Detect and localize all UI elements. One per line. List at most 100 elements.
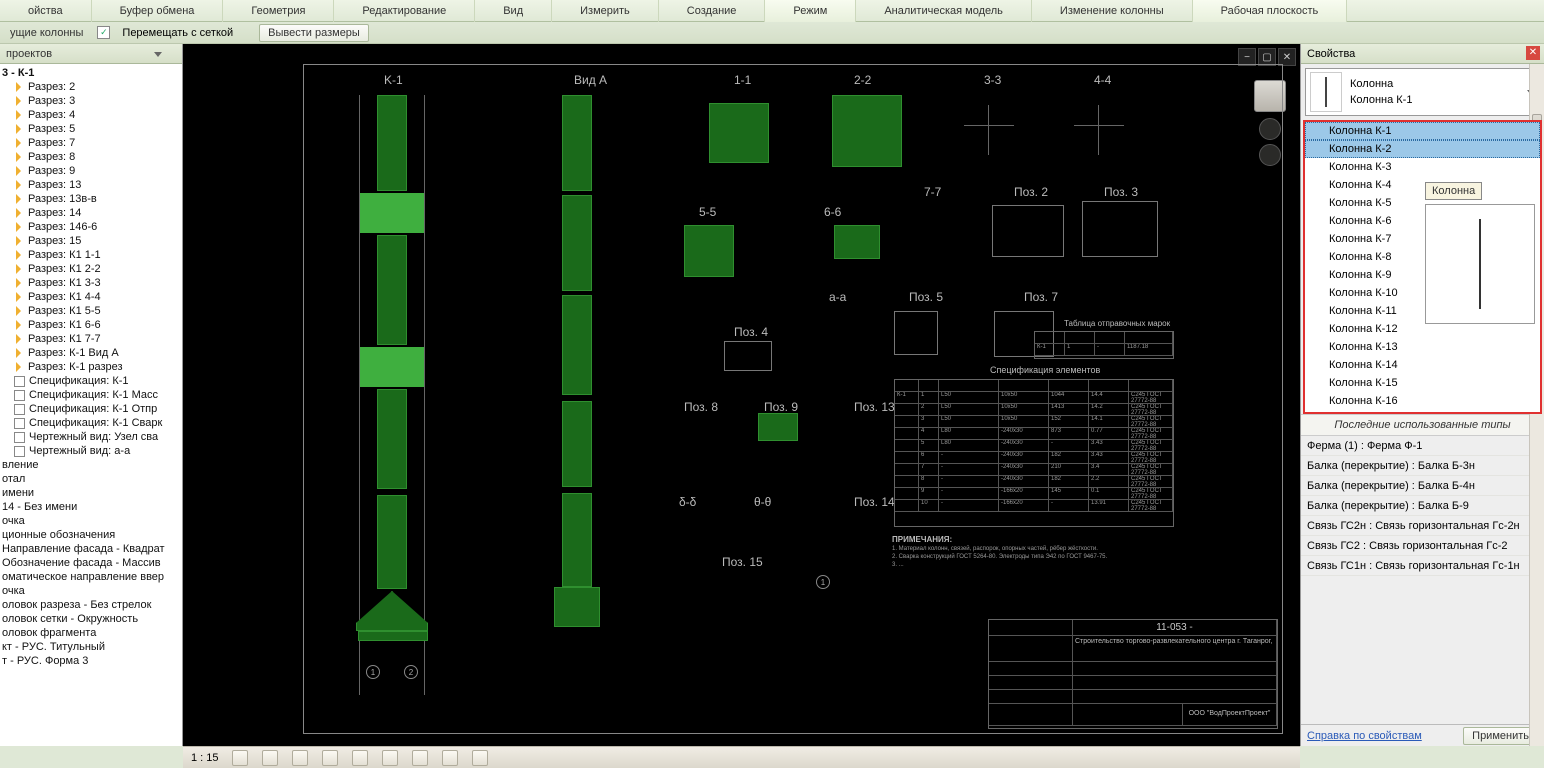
view-label: 4-4 [1094,73,1111,87]
recent-type-item[interactable]: Связь ГС2н : Связь горизонтальная Гс-2н [1301,516,1544,536]
tree-section[interactable]: Разрез: 9 [0,164,182,178]
tree-item[interactable]: имени [0,486,182,500]
tree-section[interactable]: Разрез: 15 [0,234,182,248]
ribbon-tab[interactable]: Рабочая плоскость [1193,0,1348,22]
tree-section[interactable]: Разрез: 146-6 [0,220,182,234]
ribbon-tab[interactable]: Редактирование [334,0,475,22]
ribbon-tab[interactable]: Буфер обмена [92,0,224,22]
tree-item[interactable]: вление [0,458,182,472]
recent-type-item[interactable]: Балка (перекрытие) : Балка Б-3н [1301,456,1544,476]
tree-item[interactable]: Обозначение фасада - Массив [0,556,182,570]
recent-type-item[interactable]: Ферма (1) : Ферма Ф-1 [1301,436,1544,456]
type-list-item[interactable]: Колонна К-3 [1305,158,1540,176]
tree-schedule[interactable]: Чертежный вид: Узел сва [0,430,182,444]
recent-types-list[interactable]: Ферма (1) : Ферма Ф-1Балка (перекрытие) … [1301,436,1544,576]
tree-item[interactable]: кт - РУС. Титульный [0,640,182,654]
type-list-item[interactable]: Колонна К-16 [1305,392,1540,410]
ribbon-tab[interactable]: Аналитическая модель [856,0,1032,22]
tree-section[interactable]: Разрез: 4 [0,108,182,122]
view-label: K-1 [384,73,403,87]
tree-section[interactable]: Разрез: 8 [0,150,182,164]
recent-type-item[interactable]: Балка (перекрытие) : Балка Б-9 [1301,496,1544,516]
tree-section[interactable]: Разрез: 3 [0,94,182,108]
tree-item[interactable]: оловок разреза - Без стрелок [0,598,182,612]
tree-item[interactable]: 14 - Без имени [0,500,182,514]
ribbon-tab[interactable]: Вид [475,0,552,22]
tree-section[interactable]: Разрез: К1 6-6 [0,318,182,332]
schedule-icon [14,418,25,429]
shadows-icon[interactable] [292,750,308,766]
crop-view-icon[interactable] [322,750,338,766]
hide-isolate-icon[interactable] [352,750,368,766]
tree-section[interactable]: Разрез: К1 1-1 [0,248,182,262]
reveal-hidden-icon[interactable] [382,750,398,766]
tree-section[interactable]: Разрез: 14 [0,206,182,220]
ribbon-tab[interactable]: Измерить [552,0,659,22]
tree-section[interactable]: Разрез: К-1 разрез [0,360,182,374]
tree-schedule[interactable]: Спецификация: К-1 Масс [0,388,182,402]
tree-item[interactable]: отал [0,472,182,486]
tree-schedule[interactable]: Спецификация: К-1 Сварк [0,416,182,430]
recent-type-item[interactable]: Связь ГС2 : Связь горизонтальная Гс-2 [1301,536,1544,556]
type-list-item[interactable]: Колонна К-13 [1305,338,1540,356]
temporary-dim-icon[interactable] [412,750,428,766]
worksharing-icon[interactable] [442,750,458,766]
type-list-item[interactable]: Колонна К-2 [1305,140,1540,158]
grid-move-checkbox[interactable]: ✓ [97,26,110,39]
tree-section[interactable]: Разрез: К1 4-4 [0,290,182,304]
ribbon-tab[interactable]: ойства [0,0,92,22]
tree-item[interactable]: Направление фасада - Квадрат [0,542,182,556]
visual-style-icon[interactable] [232,750,248,766]
tree-section[interactable]: Разрез: К1 2-2 [0,262,182,276]
type-list-item[interactable]: Колонна К-15 [1305,374,1540,392]
type-list-highlight: Колонна К-1Колонна К-2Колонна К-3Колонна… [1303,120,1542,414]
ribbon-tab[interactable]: Изменение колонны [1032,0,1193,22]
tree-item[interactable]: оловок сетки - Окружность [0,612,182,626]
section-icon [14,96,24,106]
tree-item[interactable]: оматическое направление ввер [0,570,182,584]
close-icon[interactable]: ✕ [1526,46,1540,60]
tree-item[interactable]: т - РУС. Форма 3 [0,654,182,668]
browser-tree[interactable]: 3 - К-1Разрез: 2Разрез: 3Разрез: 4Разрез… [0,64,182,746]
type-name: Колонна К-1 [1350,92,1517,108]
tree-item[interactable]: очка [0,514,182,528]
scale-label[interactable]: 1 : 15 [191,752,219,764]
tree-schedule[interactable]: Чертежный вид: а-а [0,444,182,458]
ribbon-tab[interactable]: Режим [765,0,856,22]
tree-item[interactable]: ционные обозначения [0,528,182,542]
view-label: Поз. 9 [764,400,798,414]
section-icon [14,82,24,92]
tree-item[interactable]: оловок фрагмента [0,626,182,640]
properties-help-link[interactable]: Справка по свойствам [1307,730,1422,742]
dimensions-button[interactable]: Вывести размеры [259,24,369,42]
tree-item[interactable]: очка [0,584,182,598]
section-icon [14,152,24,162]
tree-section[interactable]: Разрез: 13 [0,178,182,192]
properties-panel: Свойства ✕ Колонна Колонна К-1 Колонна К… [1300,44,1544,746]
tree-section[interactable]: Разрез: К1 7-7 [0,332,182,346]
drawing-canvas[interactable]: − ▢ ✕ K-1 Вид А 1-1 2-2 3-3 4-4 5-5 6-6 … [183,44,1300,746]
tree-section[interactable]: Разрез: 7 [0,136,182,150]
type-list-item[interactable]: Колонна К-1 [1305,122,1540,140]
tree-section[interactable]: Разрез: 13в-в [0,192,182,206]
view-label: θ-θ [754,495,771,509]
tree-section[interactable]: Разрез: К1 5-5 [0,304,182,318]
tree-section[interactable]: Разрез: К-1 Вид А [0,346,182,360]
type-selector[interactable]: Колонна Колонна К-1 [1305,68,1540,116]
render-icon[interactable] [472,750,488,766]
tree-section[interactable]: Разрез: 5 [0,122,182,136]
tree-section[interactable]: Разрез: К1 3-3 [0,276,182,290]
type-list-item[interactable]: Колонна К-14 [1305,356,1540,374]
tree-schedule[interactable]: Спецификация: К-1 Отпр [0,402,182,416]
apply-button[interactable]: Применить [1463,727,1538,745]
recent-type-item[interactable]: Балка (перекрытие) : Балка Б-4н [1301,476,1544,496]
sun-path-icon[interactable] [262,750,278,766]
tree-section[interactable]: Разрез: 2 [0,80,182,94]
recent-type-item[interactable]: Связь ГС1н : Связь горизонтальная Гс-1н [1301,556,1544,576]
tree-schedule[interactable]: Спецификация: К-1 [0,374,182,388]
ribbon-tabs: ойства Буфер обмена Геометрия Редактиров… [0,0,1544,22]
ribbon-tab[interactable]: Геометрия [223,0,334,22]
ribbon-tab[interactable]: Создание [659,0,766,22]
view-label: 5-5 [699,205,716,219]
type-list-item[interactable]: Колонна К-4 [1305,176,1540,194]
